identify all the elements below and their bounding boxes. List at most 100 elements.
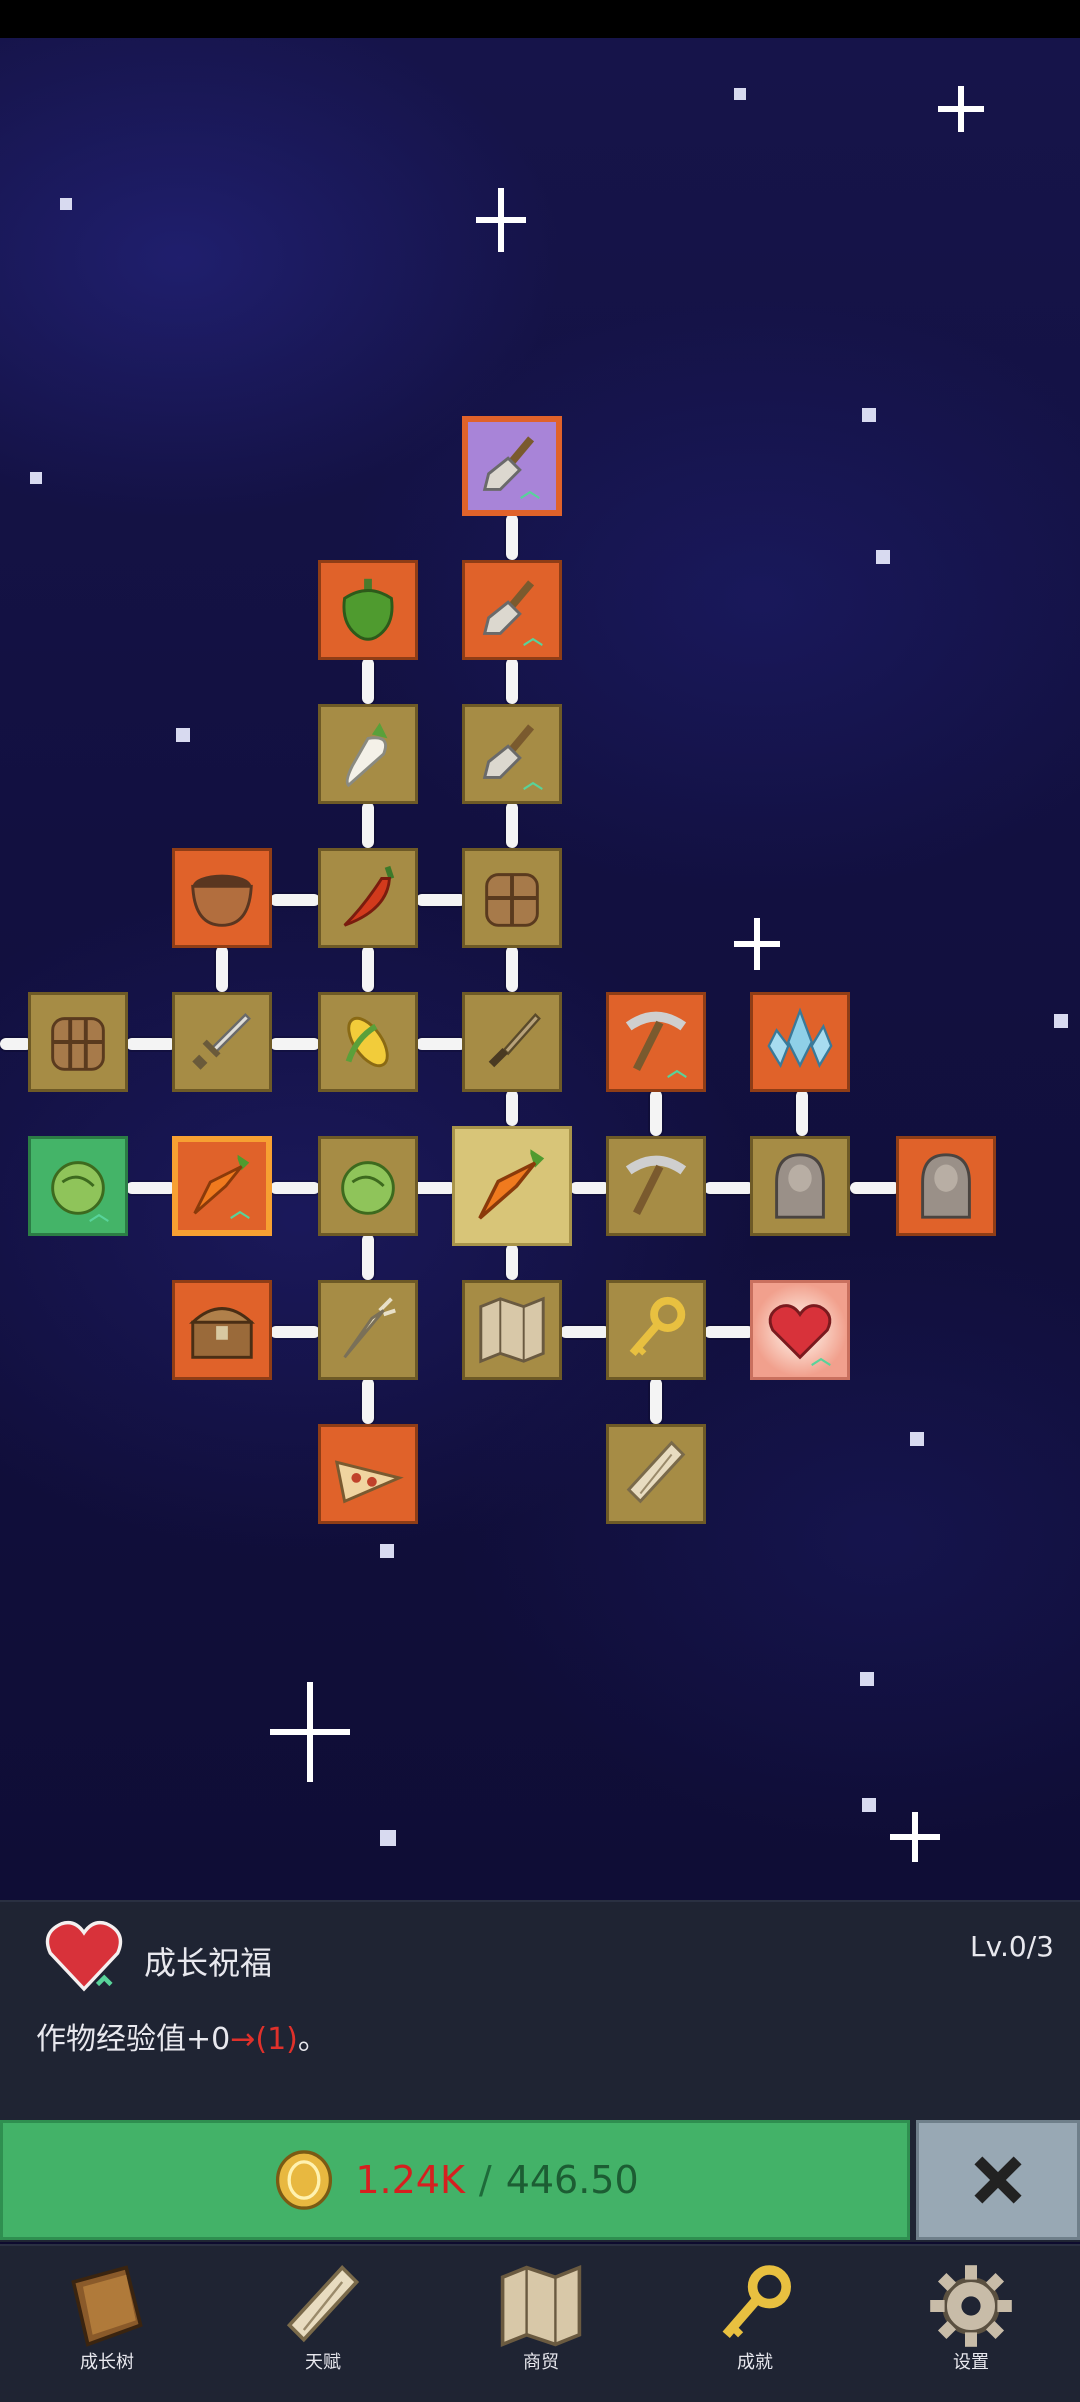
- node-scroll[interactable]: [606, 1424, 706, 1524]
- tree-connector: [506, 658, 518, 704]
- star: [380, 1830, 396, 1846]
- node-shovel-purple[interactable]: ︿: [462, 416, 562, 516]
- skill-description-end: 。: [297, 2022, 328, 2057]
- star: [1054, 1014, 1068, 1028]
- node-bowl[interactable]: [172, 848, 272, 948]
- node-pizza[interactable]: [318, 1424, 418, 1524]
- node-heart[interactable]: ︿: [750, 1280, 850, 1380]
- upgrade-cost: 1.24K: [355, 2158, 465, 2202]
- nav-item-trade[interactable]: 商贸: [466, 2252, 616, 2392]
- sparkle-star: [890, 1812, 940, 1862]
- tree-connector: [506, 802, 518, 848]
- nav-label: 设置: [953, 2352, 989, 2373]
- node-cabbage-green[interactable]: ︿: [28, 1136, 128, 1236]
- scroll-icon: [286, 2264, 360, 2343]
- node-pepper[interactable]: [318, 560, 418, 660]
- tree-connector: [216, 946, 228, 992]
- backpack-icon: [485, 873, 539, 927]
- tree-connector: [270, 894, 320, 906]
- tree-connector: [704, 1326, 754, 1338]
- node-treasure-chest[interactable]: [172, 1280, 272, 1380]
- dagger-icon: [488, 1012, 541, 1068]
- skill-description-next: →(1): [230, 2022, 298, 2057]
- node-chili[interactable]: [318, 848, 418, 948]
- key-icon: [722, 2265, 791, 2338]
- upgrade-button[interactable]: 1.24K / 446.50: [0, 2120, 910, 2240]
- pickaxe-icon: [625, 1155, 687, 1216]
- nav-item-growth-tree[interactable]: 成长树: [32, 2252, 182, 2392]
- nav-label: 商贸: [523, 2352, 559, 2373]
- node-shovel-orange[interactable]: ︿: [462, 560, 562, 660]
- upgrade-arrow-icon: ︿: [667, 1057, 687, 1081]
- nav-item-achievements[interactable]: 成就: [680, 2252, 830, 2392]
- statue-icon: [775, 1153, 825, 1219]
- tree-connector: [416, 894, 466, 906]
- node-statue[interactable]: [750, 1136, 850, 1236]
- status-bar: [0, 0, 1080, 38]
- nav-item-settings[interactable]: 设置: [896, 2252, 1046, 2392]
- nav-item-talent[interactable]: 天赋: [248, 2252, 398, 2392]
- node-backpack[interactable]: [462, 848, 562, 948]
- node-shovel[interactable]: ︿: [462, 704, 562, 804]
- tree-connector: [362, 658, 374, 704]
- tree-connector: [416, 1038, 466, 1050]
- tree-connector: [126, 1038, 176, 1050]
- star: [380, 1544, 394, 1558]
- star: [734, 88, 746, 100]
- tree-connector: [362, 1234, 374, 1280]
- tree-connector: [506, 946, 518, 992]
- skill-description-base: 作物经验值+0: [36, 2022, 231, 2057]
- upgrade-arrow-icon: ︿: [89, 1201, 109, 1225]
- scroll-icon: [626, 1440, 686, 1504]
- map-icon: [479, 1296, 545, 1364]
- node-crate[interactable]: [28, 992, 128, 1092]
- star: [876, 550, 890, 564]
- sword-icon: [192, 1013, 251, 1070]
- price-separator: /: [478, 2158, 492, 2202]
- node-dagger[interactable]: [462, 992, 562, 1092]
- skill-level: Lv.0/3: [970, 1930, 1054, 1963]
- upgrade-arrow-icon: ︿: [523, 625, 543, 649]
- close-button[interactable]: [916, 2120, 1080, 2240]
- skill-description: 作物经验值+0→(1)。: [36, 2014, 328, 2058]
- node-pickaxe[interactable]: [606, 1136, 706, 1236]
- corn-icon: [345, 1016, 389, 1068]
- node-carrot-orange[interactable]: ︿: [172, 1136, 272, 1236]
- star: [60, 198, 72, 210]
- node-corn[interactable]: [318, 992, 418, 1092]
- node-statue-orange[interactable]: [896, 1136, 996, 1236]
- crate-icon: [51, 1017, 105, 1071]
- key-icon: [629, 1296, 686, 1356]
- node-key[interactable]: [606, 1280, 706, 1380]
- sparkle-star: [476, 188, 526, 252]
- chili-icon: [343, 865, 395, 927]
- treasure-chest-icon: [189, 1307, 255, 1359]
- tree-connector: [650, 1090, 662, 1136]
- tree-connector: [570, 1182, 610, 1194]
- node-parsnip[interactable]: [318, 1280, 418, 1380]
- tree-connector: [362, 1378, 374, 1424]
- skill-tree-canvas[interactable]: ︿ ︿ ︿ ︿ ︿ ︿ ︿: [0, 38, 1080, 1900]
- upgrade-arrow-icon: ︿: [523, 769, 543, 793]
- node-sword[interactable]: [172, 992, 272, 1092]
- bowl-icon: [191, 874, 253, 927]
- node-cabbage[interactable]: [318, 1136, 418, 1236]
- tree-connector: [270, 1182, 320, 1194]
- parsnip-icon: [343, 1297, 396, 1359]
- star: [176, 728, 190, 742]
- sparkle-star: [734, 918, 780, 970]
- close-icon: [974, 2156, 1022, 2204]
- tree-connector: [270, 1326, 320, 1338]
- crystal-icon: [767, 1007, 833, 1069]
- node-carrot-center[interactable]: [452, 1126, 572, 1246]
- nav-label: 成就: [737, 2352, 773, 2373]
- node-crystal[interactable]: [750, 992, 850, 1092]
- sparkle-star: [938, 86, 984, 132]
- node-radish[interactable]: [318, 704, 418, 804]
- node-pickaxe-orange[interactable]: ︿: [606, 992, 706, 1092]
- star: [910, 1432, 924, 1446]
- skill-title: 成长祝福: [144, 1944, 273, 1982]
- pizza-icon: [334, 1460, 404, 1504]
- tree-connector: [362, 946, 374, 992]
- node-map[interactable]: [462, 1280, 562, 1380]
